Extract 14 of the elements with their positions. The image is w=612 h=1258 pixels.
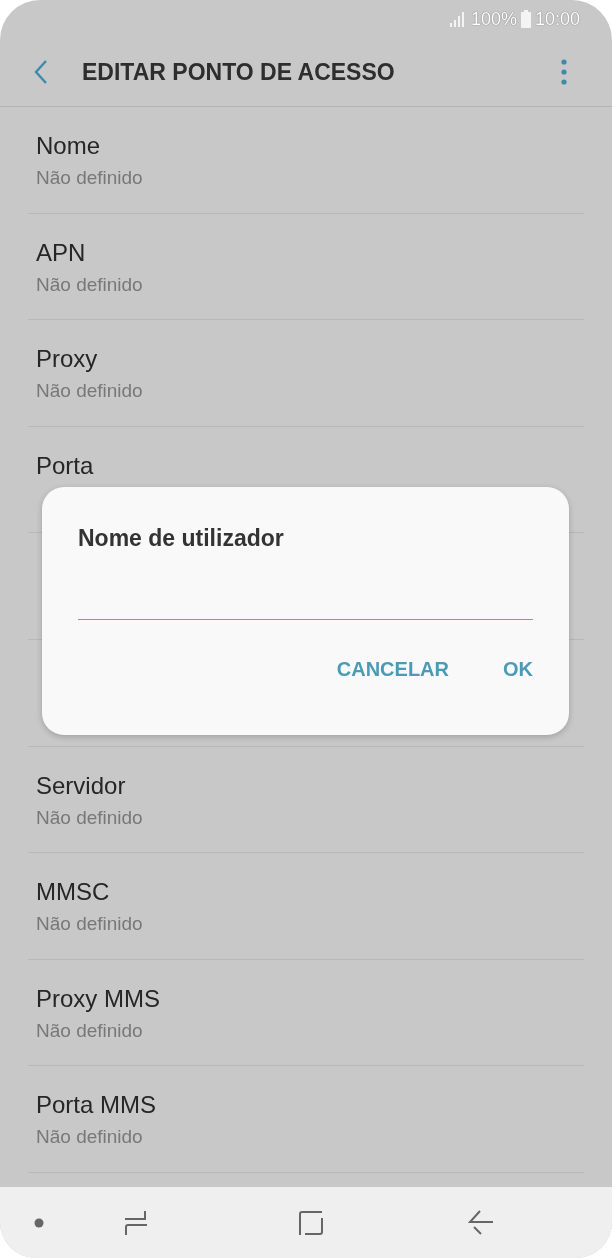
settings-item[interactable]: MMSC Não definido: [28, 853, 584, 960]
settings-item[interactable]: Porta MMS Não definido: [28, 1066, 584, 1173]
battery-icon: [520, 10, 531, 28]
home-icon[interactable]: [298, 1209, 324, 1236]
signal-icon: [448, 11, 467, 27]
settings-item[interactable]: APN Não definido: [28, 213, 584, 321]
screen-title: EDITAR PONTO DE ACESSO: [82, 58, 396, 86]
settings-item[interactable]: Nome Não definido: [28, 107, 584, 214]
recent-apps-icon[interactable]: [124, 1208, 148, 1237]
back-icon[interactable]: [468, 1209, 494, 1236]
settings-item[interactable]: Proxy MMS Não definido: [28, 959, 584, 1067]
settings-item[interactable]: Servidor Não definido: [28, 746, 584, 854]
dot-icon[interactable]: [34, 1217, 44, 1228]
settings-item[interactable]: Proxy Não definido: [28, 320, 584, 427]
